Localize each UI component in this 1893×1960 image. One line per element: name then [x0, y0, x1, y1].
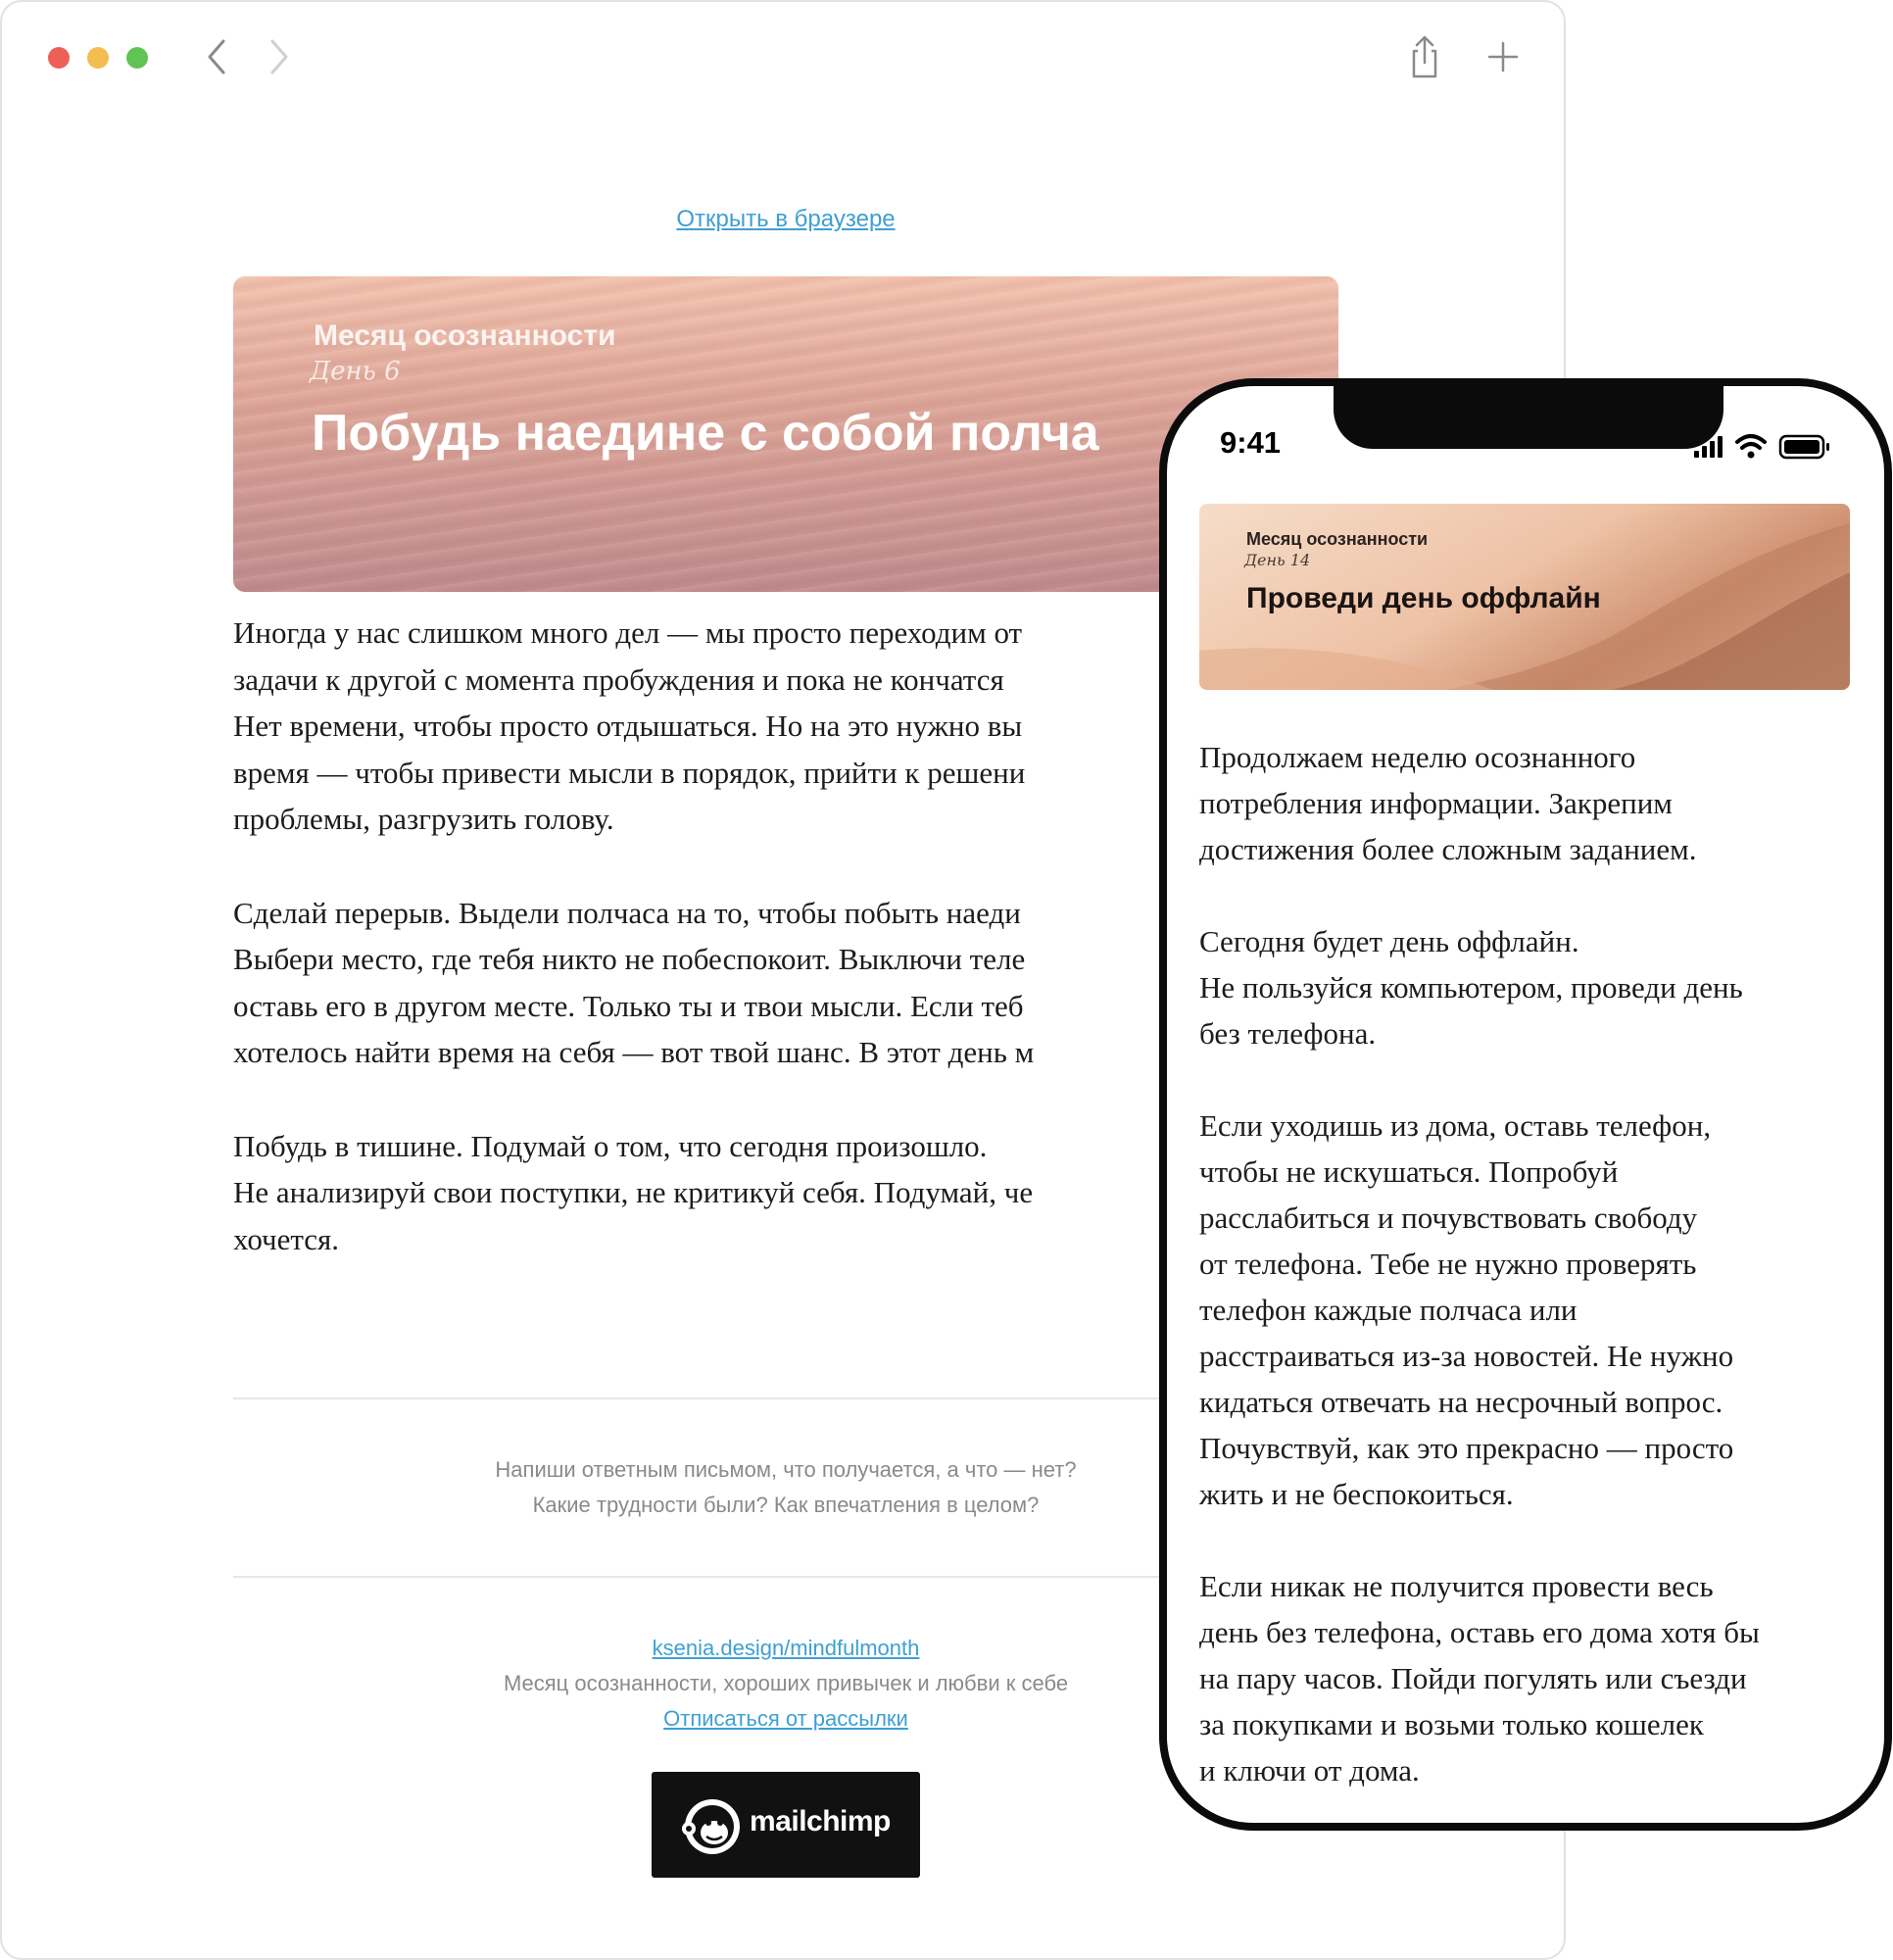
chevron-right-icon [270, 39, 288, 74]
back-button[interactable] [198, 35, 237, 78]
close-window-button[interactable] [48, 47, 70, 69]
body-line: Не пользуйся компьютером, проведи день [1199, 970, 1743, 1004]
chevron-left-icon [208, 39, 225, 74]
plus-icon [1487, 41, 1519, 73]
body-line: жить и не беспокоиться. [1199, 1477, 1514, 1511]
forward-button[interactable] [259, 35, 298, 78]
body-line: чтобы не искушаться. Попробуй [1199, 1154, 1619, 1189]
body-line: Если никак не получится провести весь [1199, 1569, 1714, 1603]
zoom-window-button[interactable] [126, 47, 148, 69]
phone-hero-banner: Месяц осознанности День 14 Проведи день … [1199, 504, 1850, 690]
body-line: на пару часов. Пойди погулять или съезди [1199, 1661, 1747, 1695]
body-line: расслабиться и почувствовать свободу [1199, 1200, 1698, 1235]
minimize-window-button[interactable] [87, 47, 109, 69]
body-line: Продолжаем неделю осознанного [1199, 740, 1636, 774]
share-icon [1412, 35, 1437, 78]
phone-mockup: 9:41 Месяц осознанности День 14 Проведи … [1159, 378, 1892, 1831]
body-paragraph: Если уходишь из дома, оставь телефон, чт… [1199, 1102, 1850, 1517]
body-paragraph: Продолжаем неделю осознанного потреблени… [1199, 734, 1850, 872]
phone-email-body: Продолжаем неделю осознанного потреблени… [1199, 734, 1850, 1823]
phone-hero-title: Проведи день оффлайн [1246, 582, 1601, 614]
status-time: 9:41 [1220, 425, 1282, 460]
body-line: день без телефона, оставь его дома хотя … [1199, 1615, 1760, 1649]
body-line: Если уходишь из дома, оставь телефон, [1199, 1108, 1712, 1143]
hero-day-label: День 6 [310, 357, 401, 386]
body-line: расстраиваться из-за новостей. Не нужно [1199, 1339, 1734, 1373]
share-button[interactable] [1403, 33, 1446, 80]
body-line: телефон каждые полчаса или [1199, 1293, 1578, 1327]
battery-icon [1778, 434, 1829, 460]
body-line: от телефона. Тебе не нужно проверять [1199, 1247, 1697, 1281]
body-line: Сегодня будет день оффлайн. [1199, 924, 1579, 958]
phone-hero-day-label: День 14 [1244, 551, 1311, 569]
body-paragraph: Если никак не получится провести весь де… [1199, 1563, 1850, 1793]
wifi-icon [1735, 434, 1767, 459]
body-line: потребления информации. Закрепим [1199, 786, 1673, 820]
body-line: за покупками и возьми только кошелек [1199, 1707, 1704, 1741]
hero-title: Побудь наедине с собой полча [312, 405, 1099, 462]
new-tab-button[interactable] [1481, 33, 1525, 80]
body-line: Почувствуй, как это прекрасно — просто [1199, 1431, 1734, 1465]
cellular-signal-icon [1694, 436, 1723, 458]
mailchimp-wordmark: mailchimp [750, 1805, 891, 1838]
body-line: и ключи от дома. [1199, 1753, 1420, 1788]
open-in-browser-link[interactable]: Открыть в браузере [2, 206, 1564, 233]
body-line: кидаться отвечать на несрочный вопрос. [1199, 1385, 1723, 1419]
status-icons [1694, 434, 1829, 460]
body-line: достижения более сложным заданием. [1199, 832, 1697, 866]
hero-series-label: Месяц осознанности [314, 319, 616, 352]
body-paragraph: Сегодня будет день оффлайн. Не пользуйся… [1199, 918, 1850, 1056]
body-line: без телефона. [1199, 1016, 1377, 1051]
phone-notch [1334, 386, 1723, 449]
mailchimp-badge[interactable]: mailchimp [652, 1772, 920, 1878]
phone-hero-series-label: Месяц осознанности [1246, 529, 1429, 549]
mailchimp-logo [682, 1799, 740, 1854]
